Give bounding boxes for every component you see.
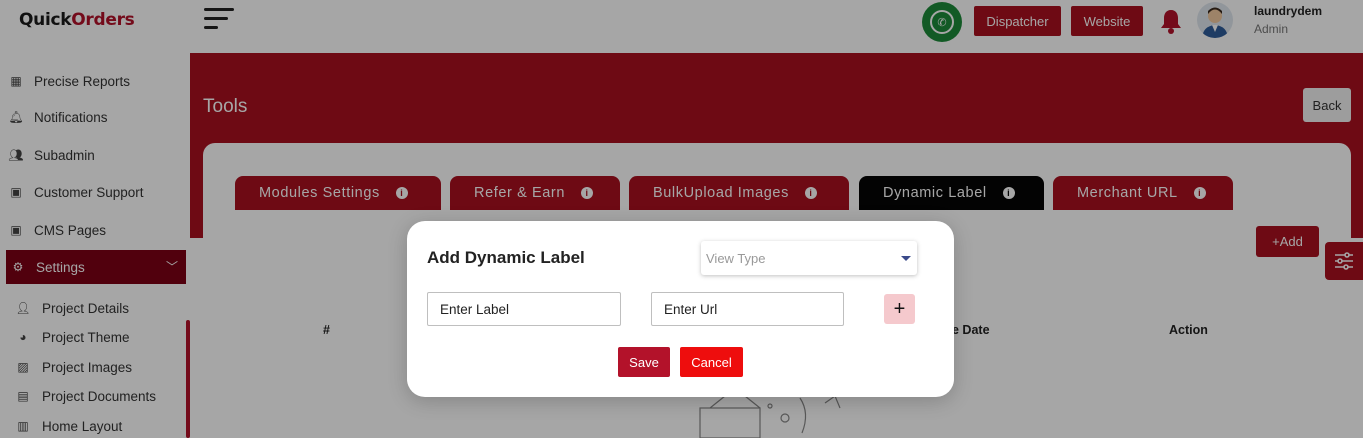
label-input-placeholder: Enter Label [440, 301, 510, 317]
url-input-placeholder: Enter Url [664, 301, 718, 317]
modal-title: Add Dynamic Label [427, 248, 585, 267]
url-input[interactable]: Enter Url [651, 292, 844, 326]
add-row-plus-icon[interactable]: + [884, 294, 915, 324]
label-input[interactable]: Enter Label [427, 292, 621, 326]
view-type-placeholder: View Type [706, 250, 766, 266]
cancel-button[interactable]: Cancel [680, 347, 743, 377]
add-dynamic-label-modal: Add Dynamic Label View Type Enter Label … [407, 221, 954, 397]
save-button[interactable]: Save [618, 347, 670, 377]
caret-down-icon [901, 256, 911, 261]
view-type-select[interactable]: View Type [701, 241, 917, 275]
